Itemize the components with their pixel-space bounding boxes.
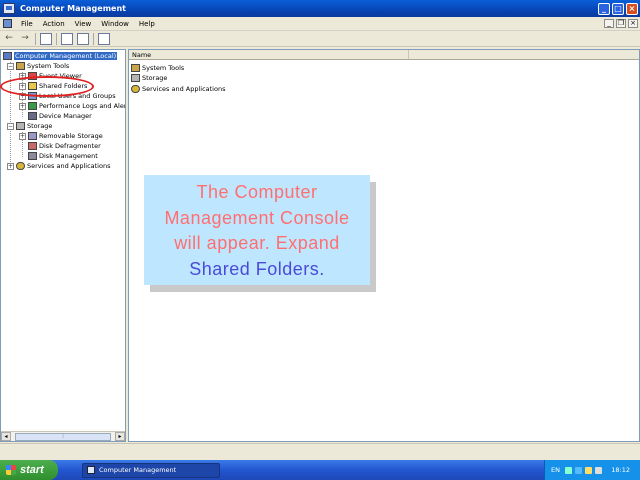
show-hide-tree-icon[interactable] <box>40 32 52 45</box>
collapse-toggle[interactable]: − <box>7 62 14 70</box>
tree-item-disk-defragmenter[interactable]: Disk Defragmenter <box>28 141 101 151</box>
tree-connector-line <box>10 62 11 166</box>
storage-icon <box>131 74 140 82</box>
menu-bar: File Action View Window Help _ ❐ × <box>0 17 640 31</box>
toolbar: ← → <box>0 31 640 47</box>
help-icon[interactable] <box>98 32 110 45</box>
back-arrow-icon[interactable]: ← <box>3 33 15 45</box>
menu-help[interactable]: Help <box>134 20 160 28</box>
tree-item-root[interactable]: Computer Management (Local) <box>3 51 118 61</box>
highlight-ellipse <box>0 76 94 97</box>
forward-arrow-icon[interactable]: → <box>19 33 31 45</box>
windows-logo-icon <box>6 465 16 475</box>
column-header-name[interactable]: Name <box>129 50 409 59</box>
tree-item-performance[interactable]: + Performance Logs and Alerts <box>19 101 126 111</box>
minimize-button[interactable]: _ <box>598 2 610 15</box>
toolbar-separator <box>56 32 57 45</box>
scroll-right-arrow-icon[interactable]: ▸ <box>115 432 125 441</box>
scrollbar-thumb[interactable]: ⁞ <box>15 432 111 441</box>
mdi-close-button[interactable]: × <box>628 19 638 28</box>
device-manager-icon <box>28 112 37 120</box>
tree-item-label: Computer Management (Local) <box>14 52 118 60</box>
menu-file[interactable]: File <box>16 20 38 28</box>
instruction-callout: The Computer Management Console will app… <box>144 175 370 285</box>
language-indicator[interactable]: EN <box>551 466 560 474</box>
list-item-label: System Tools <box>142 64 185 72</box>
start-button[interactable]: start <box>0 460 58 480</box>
security-icon[interactable] <box>595 466 603 474</box>
tree-item-label: Services and Applications <box>27 162 111 170</box>
properties-icon[interactable] <box>61 32 73 45</box>
removable-storage-icon <box>28 132 37 140</box>
status-bar <box>0 443 640 458</box>
menu-window[interactable]: Window <box>96 20 134 28</box>
system-tools-icon <box>131 64 140 72</box>
tree-item-system-tools[interactable]: − System Tools <box>7 61 69 71</box>
volume-icon[interactable] <box>585 466 593 474</box>
tree-item-device-manager[interactable]: Device Manager <box>28 111 92 121</box>
disk-management-icon <box>28 152 37 160</box>
export-list-icon[interactable] <box>77 32 89 45</box>
list-item[interactable]: Services and Applications <box>131 84 225 94</box>
window-title-bar[interactable]: Computer Management _ □ × <box>0 0 640 17</box>
disk-defragmenter-icon <box>28 142 37 150</box>
tree-item-label: Storage <box>27 122 53 130</box>
tree-item-label: Disk Defragmenter <box>39 142 101 150</box>
services-icon <box>16 162 25 170</box>
mdi-minimize-button[interactable]: _ <box>604 19 614 28</box>
network-icon[interactable] <box>565 466 573 474</box>
tree-item-label: Removable Storage <box>39 132 103 140</box>
callout-line-highlight: Shared Folders. <box>189 258 325 279</box>
tree-item-disk-management[interactable]: Disk Management <box>28 151 98 161</box>
taskbar-button-label: Computer Management <box>99 466 177 474</box>
clock[interactable]: 18:12 <box>611 466 630 474</box>
display-icon[interactable] <box>575 466 583 474</box>
start-label: start <box>20 464 44 476</box>
list-item-label: Services and Applications <box>142 85 226 93</box>
tree-item-removable-storage[interactable]: + Removable Storage <box>19 131 103 141</box>
expand-toggle[interactable]: + <box>19 132 26 140</box>
list-item[interactable]: System Tools <box>131 63 184 73</box>
services-icon <box>131 85 140 93</box>
computer-management-icon <box>87 466 95 474</box>
performance-icon <box>28 102 37 110</box>
list-item[interactable]: Storage <box>131 73 167 83</box>
mdi-restore-button[interactable]: ❐ <box>616 19 626 28</box>
taskbar-button-computer-management[interactable]: Computer Management <box>82 462 220 478</box>
close-button[interactable]: × <box>626 2 638 15</box>
maximize-button[interactable]: □ <box>612 2 624 15</box>
tree-item-label: System Tools <box>27 62 70 70</box>
collapse-toggle[interactable]: − <box>7 122 14 130</box>
list-item-label: Storage <box>142 74 168 82</box>
callout-line: will appear. Expand <box>174 233 340 253</box>
callout-line: Management Console <box>164 207 350 228</box>
taskbar: start Computer Management 18:12 <box>0 460 640 480</box>
console-tree-pane[interactable]: Computer Management (Local) − System Too… <box>0 49 126 442</box>
list-header: Name <box>129 50 639 60</box>
expand-toggle[interactable]: + <box>19 102 26 110</box>
tree-item-label: Disk Management <box>39 152 98 160</box>
expand-toggle[interactable]: + <box>7 162 14 170</box>
callout-line: The Computer <box>196 182 318 202</box>
toolbar-separator <box>93 32 94 45</box>
console-menu-icon[interactable] <box>3 19 12 28</box>
toolbar-separator <box>35 32 36 45</box>
tree-item-label: Device Manager <box>39 112 92 120</box>
menu-action[interactable]: Action <box>38 20 70 28</box>
tree-horizontal-scrollbar[interactable]: ◂ ⁞ ▸ <box>1 431 125 441</box>
tree-item-services[interactable]: + Services and Applications <box>7 161 110 171</box>
system-tools-icon <box>16 62 25 70</box>
tree-item-storage[interactable]: − Storage <box>7 121 52 131</box>
storage-icon <box>16 122 25 130</box>
tree-item-label: Performance Logs and Alerts <box>39 102 126 110</box>
scroll-left-arrow-icon[interactable]: ◂ <box>1 432 11 441</box>
menu-view[interactable]: View <box>70 20 97 28</box>
computer-icon <box>3 52 12 60</box>
mdi-controls: _ ❐ × <box>604 19 640 28</box>
computer-management-icon <box>3 3 15 14</box>
window-title: Computer Management <box>20 4 126 13</box>
